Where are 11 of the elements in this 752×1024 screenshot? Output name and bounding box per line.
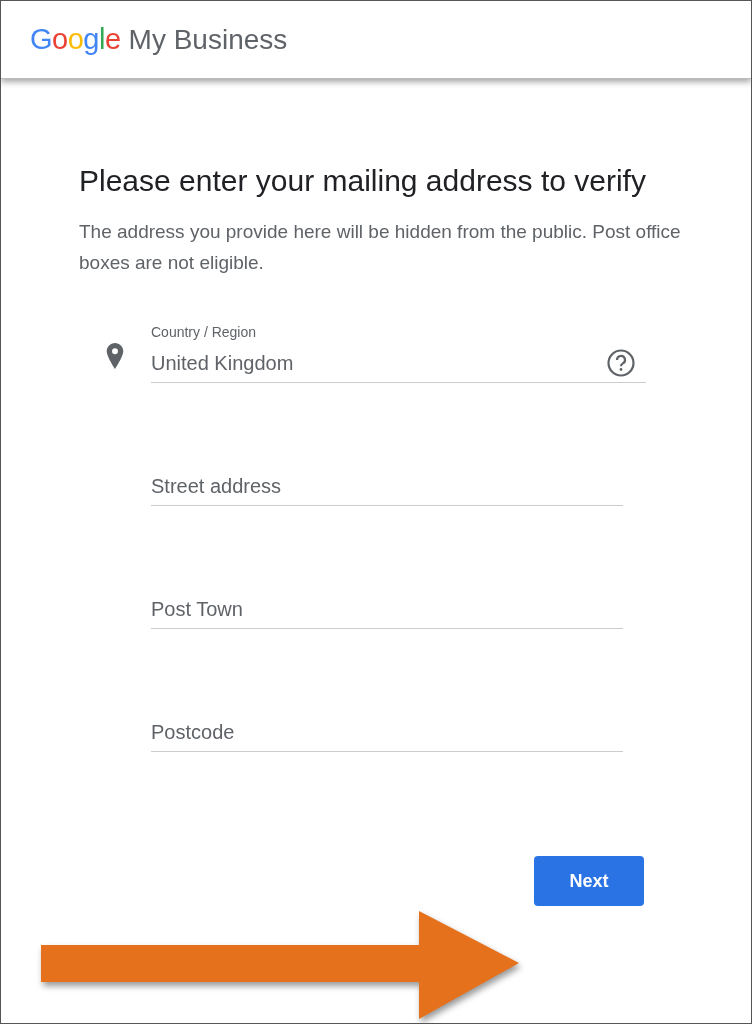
country-region-field[interactable]: Country / Region United Kingdom <box>151 324 646 383</box>
input-field[interactable]: Post Town <box>151 590 623 629</box>
location-pin-icon <box>106 343 124 369</box>
input-field[interactable]: Street address <box>151 467 623 506</box>
description-text: The address you provide here will be hidden from the public. Post office boxes are not eligible. <box>79 220 682 275</box>
help-icon[interactable] <box>606 348 636 378</box>
input-field[interactable]: Postcode <box>151 713 623 752</box>
google-logo: Google <box>30 23 121 56</box>
next-button[interactable]: Next <box>534 856 644 906</box>
product-name: My Business <box>128 24 288 56</box>
page-heading: Please enter your mailing address to verify <box>79 163 647 199</box>
